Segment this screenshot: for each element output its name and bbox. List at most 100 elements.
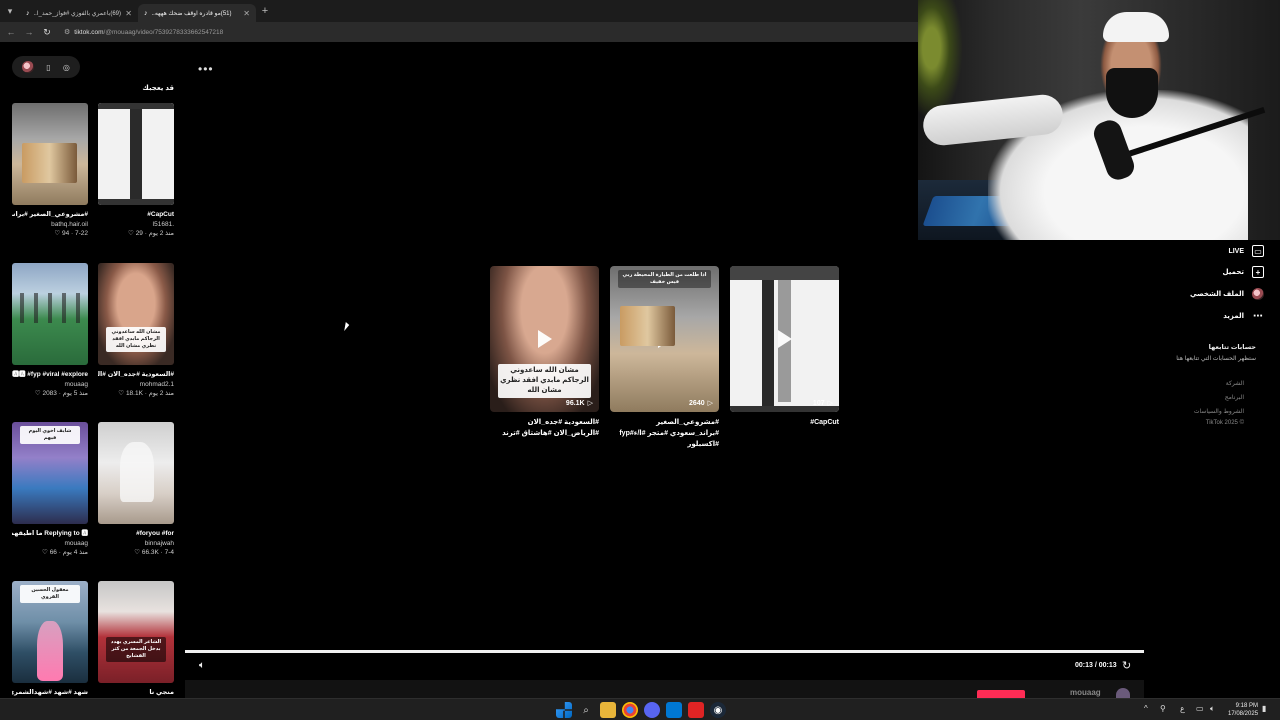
video-thumbnail[interactable]: معقول الحسين القروي [12,581,88,683]
back-arrow-icon[interactable]: ← [6,27,16,37]
view-count: 96.1K ▷ [565,399,593,408]
progress-bar[interactable] [185,650,1144,653]
thumbnail-overlay-text: معقول الحسين القروي [20,585,80,603]
address-bar: ← → ↻ ⚙ tiktok.com/@mouaag/video/7539278… [0,22,918,42]
video-caption: CapCut# [147,211,174,218]
reload-icon[interactable]: ↻ [42,27,52,38]
heart-icon: ♡ [134,549,142,556]
close-tab-icon[interactable]: ✕ [125,9,132,18]
sidebar-item-label: المزيد [1223,313,1244,320]
webcam-overlay [918,0,1280,240]
browser-tab-1[interactable]: ♪ (69)باعمري بالفوزي #فواز_حمد_ا.. ✕ [20,4,138,22]
tiktok-icon: ♪ [144,9,148,17]
related-card[interactable]: foryou #for# binnajwah ♡ 66.3K · 7-4 [98,422,174,556]
thumbnail-overlay-text: مشان الله ساعدوني الرجاكم مابدي افقد نظر… [498,364,591,398]
suggested-video[interactable]: 107 ▷ [730,266,839,412]
footer-link-company[interactable]: الشركة [1226,380,1244,387]
sidebar-item-more[interactable]: ⋯ المزيد [1223,310,1264,322]
related-card[interactable]: tu# 🅰🅰🅰 #fyp #viral #explore... mouaag ♡… [12,263,88,397]
suggested-video[interactable]: مشان الله ساعدوني الرجاكم مابدي افقد نظر… [490,266,599,412]
video-author[interactable]: mouaag [12,381,89,388]
url-path: /@mouaag/video/7539278333662547218 [103,28,224,36]
play-small-icon: ▷ [827,400,833,407]
video-thumbnail[interactable] [12,263,88,365]
thumbnail-overlay-text: الشاعر المسري يهدد بدخل الجمعة من كثر ال… [106,637,166,662]
video-author[interactable]: I51681. [98,221,174,228]
more-options-icon[interactable]: ••• [198,62,214,76]
footer-copyright: © TikTok 2025 [1205,420,1244,426]
forward-arrow-icon[interactable]: → [24,27,34,37]
sidebar-item-label: تحميل [1222,269,1244,276]
tiktok-icon: ♪ [26,9,30,17]
search-icon[interactable]: ⌕ [578,702,594,718]
related-card[interactable]: معقول الحسين القروي شهد #شهد #شهدالشمري [12,581,88,698]
steam-icon[interactable]: ◉ [710,702,726,718]
sidebar-item-live[interactable]: ▭ LIVE [1228,245,1264,257]
follow-button[interactable] [977,690,1025,698]
volume-tray-icon[interactable]: 🔈︎ [1210,704,1215,714]
video-author[interactable]: binnajwah [98,540,174,547]
site-info-icon[interactable]: ⚙ [64,28,70,36]
footer-link-program[interactable]: البرنامج [1225,394,1244,401]
video-caption: #السعودية #جده_الان #الرياض_الان #هاشتاق… [98,371,174,378]
play-icon[interactable] [657,330,672,348]
tab-title: (51)مو قادره اوقف ضحك هههه.. [151,10,232,17]
live-tv-icon: ▭ [1252,245,1264,257]
video-thumbnail[interactable]: شايف اخوي اليوم فيهم [12,422,88,524]
related-card[interactable]: الشاعر المسري يهدد بدخل الجمعة من كثر ال… [98,581,174,698]
avatar[interactable] [1116,688,1130,698]
system-clock[interactable]: 9:18 PM 17/08/2025 [1228,702,1258,718]
following-accounts-subtitle: ستظهر الحسابات التي تتابعها هنا [1176,356,1256,362]
url-field[interactable]: ⚙ tiktok.com/@mouaag/video/7539278333662… [64,28,224,37]
username-peek[interactable]: mouaag [1070,688,1101,697]
chrome-icon[interactable] [622,702,638,718]
new-tab-button[interactable]: + [256,5,274,17]
video-caption: منجي نا [149,689,174,696]
suggested-video-caption: CapCut# [810,419,839,426]
notification-icon[interactable]: ▮ [1262,704,1266,713]
video-meta: ♡ 94 · 7-22 [54,230,88,237]
playback-time: 00:13 / 00:13 [1075,662,1117,669]
video-thumbnail[interactable]: مشان الله ساعدوني الرجاكم مابدي افقد نظر… [98,263,174,365]
outlook-icon[interactable] [666,702,682,718]
settings-icon[interactable]: ◎ [63,63,70,72]
suggested-video[interactable]: اذا طلعت من الطيارة المحيطة ربي فيس خفيف… [610,266,719,412]
related-card[interactable]: شايف اخوي اليوم فيهم Replying to 🅰 ما اط… [12,422,88,556]
language-indicator[interactable]: ع [1180,704,1185,713]
plus-icon: + [1252,266,1264,278]
play-icon[interactable] [537,330,552,348]
avatar[interactable] [22,61,35,73]
thumbnail-overlay-text: مشان الله ساعدوني الرجاكم مابدي افقد نظر… [106,327,166,352]
video-author[interactable]: mouaag [12,540,89,547]
view-count: 107 ▷ [812,399,833,408]
tray-chevron-icon[interactable]: ^ [1144,704,1148,713]
sidebar-item-upload[interactable]: + تحميل [1223,266,1264,278]
phone-icon[interactable]: ▯ [46,63,50,72]
browser-tab-2[interactable]: ♪ (51)مو قادره اوقف ضحك هههه.. ✕ [138,4,256,22]
video-thumbnail[interactable] [98,103,174,205]
tab-menu-chevron-icon[interactable]: ▾ [0,0,20,22]
video-author[interactable]: bathq.hair.oil [12,221,88,228]
video-meta: ♡ 66 · منذ 4 يوم [42,549,88,556]
sidebar-item-profile[interactable]: الملف الشخصي [1190,288,1264,300]
footer-link-terms[interactable]: الشروط والسياسات [1194,408,1244,415]
avatar [1252,288,1264,300]
related-card[interactable]: #مشروعي_الصغير #براند_سعودي #متجر... bat… [12,103,88,237]
microphone-icon[interactable]: ⚲ [1160,704,1166,713]
close-tab-icon[interactable]: ✕ [243,9,250,18]
app-icon[interactable] [688,702,704,718]
video-thumbnail[interactable]: الشاعر المسري يهدد بدخل الجمعة من كثر ال… [98,581,174,683]
video-thumbnail[interactable] [98,422,174,524]
suggested-video-caption: #السعودية #جده_الان #الرياض_الان #هاشتاق… [502,419,599,437]
video-author[interactable]: mohmad2.1 [98,381,174,388]
file-explorer-icon[interactable] [600,702,616,718]
discord-icon[interactable] [644,702,660,718]
video-thumbnail[interactable] [12,103,88,205]
related-card[interactable]: مشان الله ساعدوني الرجاكم مابدي افقد نظر… [98,263,174,397]
volume-icon[interactable]: 🔈︎ [199,660,205,671]
related-card[interactable]: CapCut# I51681. ♡ 29 · منذ 2 يوم [98,103,174,237]
play-icon[interactable] [777,330,792,348]
windows-start-icon[interactable] [556,702,572,718]
replay-icon[interactable]: ↻ [1122,659,1131,672]
network-icon[interactable]: ▭ [1196,704,1204,713]
